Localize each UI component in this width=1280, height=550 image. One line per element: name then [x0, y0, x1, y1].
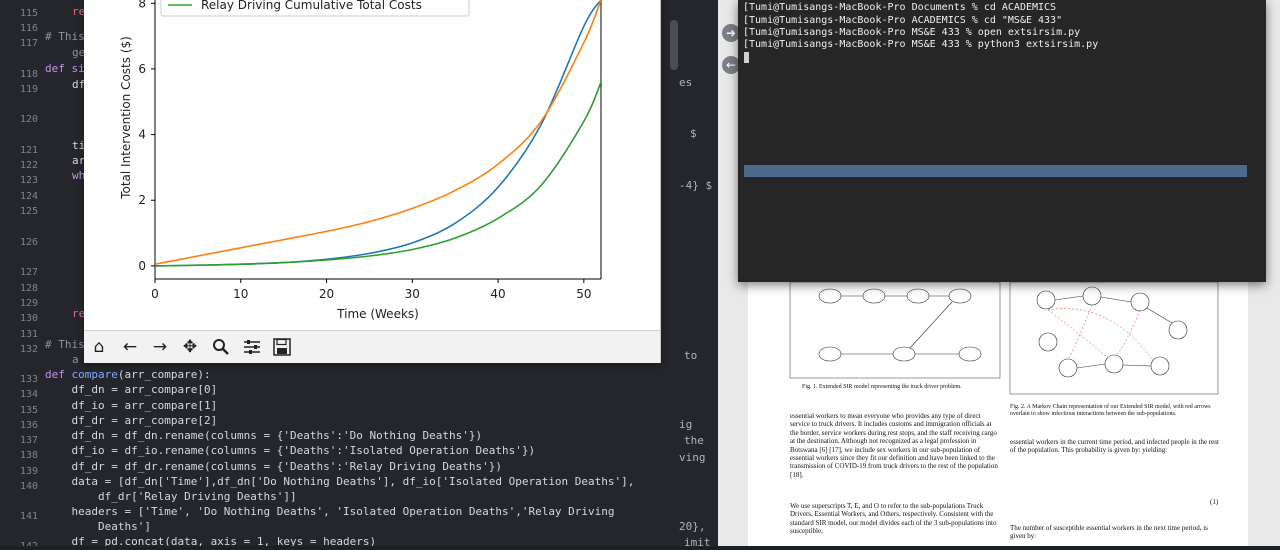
y-axis-label: Total Intervention Costs ($): [119, 36, 133, 200]
figure-1-caption: Fig. 1. Extended SIR model representing …: [802, 384, 962, 390]
line-number: 128: [19, 283, 38, 294]
paper-left-column: essential workers to mean everyone who p…: [790, 412, 998, 479]
line-number: 121: [19, 145, 38, 156]
editor-fragment: the: [684, 434, 704, 447]
line-number: 138: [19, 450, 38, 461]
line-number: 125: [19, 206, 38, 217]
line-number: 122: [19, 160, 38, 171]
line-number: 131: [19, 329, 38, 340]
terminal-cursor: [744, 52, 749, 63]
x-tick-label: 10: [233, 287, 248, 301]
y-tick-label: 2: [138, 193, 146, 207]
x-tick-label: 20: [319, 287, 334, 301]
editor-fragment: -4} $: [679, 179, 713, 192]
line-number: 123: [19, 175, 38, 186]
y-tick-label: 8: [138, 0, 146, 10]
code-line: df_dr = df_dr.rename(columns = {'Deaths'…: [45, 460, 502, 473]
paper-right-column: essential workers in the current time pe…: [1010, 438, 1219, 455]
pdf-page: Fig. 1. Extended SIR model representing …: [748, 270, 1248, 546]
figure-2-caption: Fig. 2. A Markov Chain representation of…: [1010, 404, 1211, 417]
code-line: df_dn = df_dn.rename(columns = {'Deaths'…: [45, 429, 483, 442]
x-tick-label: 50: [576, 287, 591, 301]
line-number: 130: [19, 313, 38, 324]
plot-toolbar: ⌂ ← → ✥: [84, 330, 660, 363]
line-number: 140: [19, 481, 38, 492]
x-tick-label: 40: [490, 287, 505, 301]
home-icon[interactable]: ⌂: [87, 336, 111, 358]
x-axis-label: Time (Weeks): [336, 307, 419, 321]
pan-icon[interactable]: ✥: [178, 336, 202, 358]
code-line: # This: [45, 30, 85, 43]
code-line: a: [72, 353, 79, 366]
line-number: 118: [19, 69, 38, 80]
code-line: headers = ['Time', 'Do Nothing Deaths', …: [45, 505, 615, 518]
terminal-line: [Tumi@Tumisangs-MacBook-Pro ACADEMICS % …: [743, 15, 1063, 26]
terminal-window[interactable]: [Tumi@Tumisangs-MacBook-Pro Documents % …: [738, 0, 1266, 282]
legend-label: Relay Driving Cumulative Total Costs: [201, 0, 422, 12]
line-number: 134: [19, 389, 38, 400]
series-line-2: [155, 0, 601, 265]
line-number: 116: [19, 23, 38, 34]
code-line: df = pd.concat(data, axis = 1, keys = he…: [45, 535, 377, 546]
code-line: df_dr = arr_compare[2]: [45, 414, 218, 427]
editor-fragment: $: [690, 127, 697, 140]
editor-fragment: ving: [679, 451, 706, 464]
line-number: 142: [0, 541, 38, 546]
editor-fragment: imit: [684, 536, 711, 546]
code-line: df_dr['Relay Driving Deaths']]: [45, 490, 297, 503]
line-number: 120: [19, 114, 38, 125]
code-line: def si: [45, 62, 85, 75]
code-line: data = [df_dn['Time'],df_dn['Do Nothing …: [45, 475, 635, 488]
series-line-3: [155, 81, 601, 267]
plot-window[interactable]: 0 10 20 30 40 50 0 2 4 6 8 Relay Driving Cumulativ…: [84, 0, 661, 363]
line-chart: 0 10 20 30 40 50 0 2 4 6 8 Relay Driving Cumulativ…: [119, 0, 602, 321]
line-number: 135: [19, 405, 38, 416]
editor-fragment: es: [679, 76, 693, 89]
series-line-1: [155, 0, 601, 267]
code-line: # This: [45, 338, 85, 351]
line-number: 133: [19, 374, 38, 385]
paper-right-column-2: The number of susceptible essential work…: [1010, 524, 1208, 541]
code-line: def compare(arr_compare):: [45, 368, 211, 381]
line-number: 136: [19, 420, 38, 431]
editor-fragment: ig: [679, 418, 693, 431]
line-number: 141: [19, 511, 38, 522]
line-number: 119: [19, 84, 38, 95]
line-number: 117: [19, 38, 38, 49]
line-number: 137: [19, 435, 38, 446]
x-tick-label: 0: [151, 287, 159, 301]
y-tick-label: 4: [138, 128, 146, 142]
code-line: df_dn = arr_compare[0]: [45, 383, 218, 396]
line-number: 132: [19, 344, 38, 355]
code-line: Deaths']: [45, 520, 151, 533]
terminal-selection-bar: [744, 165, 1247, 177]
terminal-line: [Tumi@Tumisangs-MacBook-Pro MS&E 433 % p…: [743, 39, 1099, 50]
line-number: 115: [19, 8, 38, 19]
zoom-icon[interactable]: [209, 336, 233, 358]
line-number: 126: [19, 237, 38, 248]
equation-number: (1): [1210, 498, 1219, 506]
editor-fragment: to: [684, 349, 698, 362]
editor-fragment: 20},: [679, 520, 706, 533]
terminal-line: [Tumi@Tumisangs-MacBook-Pro Documents % …: [743, 2, 1057, 13]
editor-scrollbar[interactable]: [670, 20, 678, 70]
save-icon[interactable]: [270, 336, 294, 358]
line-number: 124: [19, 191, 38, 202]
x-tick-label: 30: [405, 287, 420, 301]
configure-icon[interactable]: [240, 336, 264, 358]
line-number: 139: [19, 466, 38, 477]
line-number: 129: [19, 298, 38, 309]
code-line: df_io = arr_compare[1]: [45, 399, 218, 412]
paper-left-column-2: We use superscripts T, E, and O to refer…: [790, 502, 997, 536]
line-number: 127: [19, 267, 38, 278]
code-line: df_io = df_io.rename(columns = {'Deaths'…: [45, 444, 536, 457]
y-tick-label: 6: [138, 62, 146, 76]
forward-arrow-icon[interactable]: →: [148, 336, 172, 358]
terminal-line: [Tumi@Tumisangs-MacBook-Pro MS&E 433 % o…: [743, 27, 1081, 38]
back-arrow-icon[interactable]: ←: [118, 336, 142, 358]
y-tick-label: 0: [138, 259, 146, 273]
